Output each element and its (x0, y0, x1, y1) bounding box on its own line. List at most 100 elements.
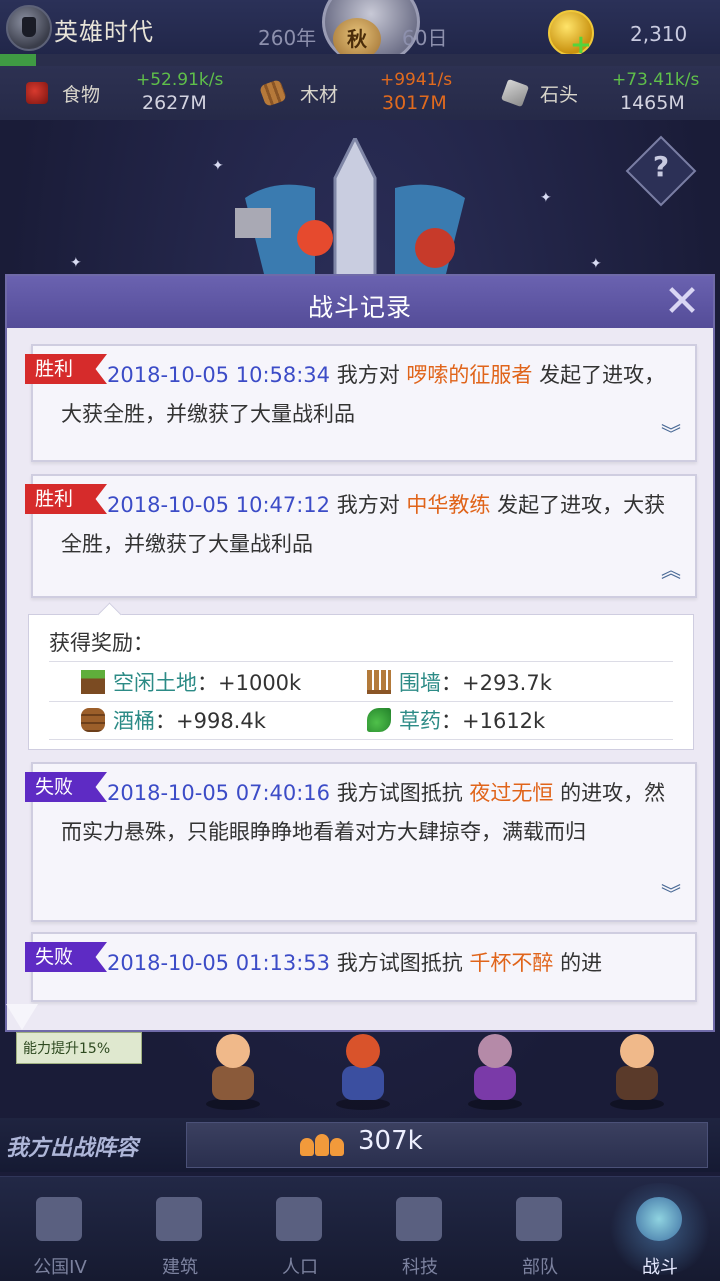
nav-item-technology[interactable]: 科技 (360, 1177, 480, 1281)
boost-label: 能力提升15% (16, 1032, 142, 1064)
battle-time: 2018-10-05 10:58:34 (107, 363, 331, 387)
land-icon (81, 670, 105, 694)
sparkle-icon: ✦ (540, 190, 552, 206)
swords-icon (636, 1197, 682, 1241)
nav-label: 科技 (402, 1257, 438, 1278)
resource-amount: 3017M (382, 92, 447, 114)
day-label: 60日 (402, 26, 448, 50)
opponent-name[interactable]: 夜过无恒 (469, 781, 553, 805)
reward-title: 获得奖励： (49, 631, 154, 655)
game-title: 英雄时代 (54, 18, 154, 46)
battle-entry-text: 2018-10-05 07:40:16 我方试图抵抗 夜过无恒 的进攻，然而实力… (61, 774, 671, 852)
hero-portrait[interactable] (604, 1030, 670, 1110)
battle-entry[interactable]: 失败 2018-10-05 01:13:53 我方试图抵抗 千杯不醉 的进 (25, 932, 697, 1002)
hero-portrait[interactable] (462, 1030, 528, 1110)
battle-prefix: 我方对 (336, 493, 400, 517)
fence-icon (367, 670, 391, 694)
helmet-avatar-icon[interactable] (6, 5, 52, 51)
battle-suffix: 的进 (560, 951, 603, 975)
battle-entry[interactable]: 胜利 2018-10-05 10:47:12 我方对 中华教练 发起了进攻，大获… (25, 474, 697, 598)
resource-label: 食物 (62, 84, 101, 106)
nav-item-duchy[interactable]: 公国IV (0, 1177, 120, 1281)
stone-icon (500, 78, 530, 108)
reward-name: 围墙 (399, 671, 441, 695)
battle-entry[interactable]: 胜利 2018-10-05 10:58:34 我方对 啰嗦的征服者 发起了进攻，… (25, 344, 697, 462)
collapse-chevron-icon[interactable]: ︽ (657, 560, 685, 588)
close-button[interactable]: ✕ (659, 280, 705, 324)
modal-title: 战斗记录 (307, 293, 412, 322)
resource-amount: 2627M (142, 92, 207, 114)
resource-rate: +73.41k/s (612, 70, 700, 90)
banner-icon (516, 1197, 562, 1241)
lineup-power: 307k (358, 1126, 423, 1156)
top-bar: 英雄时代 260年 秋 60日 + 2,310 (0, 0, 720, 66)
battle-prefix: 我方试图抵抗 (336, 781, 463, 805)
food-icon (26, 82, 48, 104)
battle-entry-text: 2018-10-05 01:13:53 我方试图抵抗 千杯不醉 的进 (61, 944, 671, 983)
battle-prefix: 我方对 (336, 363, 400, 387)
resource-label: 石头 (540, 84, 579, 106)
house-icon (156, 1197, 202, 1241)
expand-chevron-icon[interactable]: ︾ (657, 424, 685, 452)
sparkle-icon: ✦ (212, 158, 224, 174)
battle-emblem-icon (235, 138, 465, 278)
resource-amount: 1465M (620, 92, 685, 114)
year-label: 260年 (258, 26, 317, 50)
nav-item-troops[interactable]: 部队 (480, 1177, 600, 1281)
battle-entry-text: 2018-10-05 10:47:12 我方对 中华教练 发起了进攻，大获全胜，… (61, 486, 671, 564)
nav-label: 公国IV (33, 1257, 87, 1278)
opponent-name[interactable]: 啰嗦的征服者 (406, 363, 532, 387)
reward-name: 酒桶 (113, 709, 155, 733)
coin-count: 2,310 (630, 22, 688, 46)
nav-label: 部队 (522, 1257, 558, 1278)
resource-rate: +9941/s (380, 70, 453, 90)
nav-label: 人口 (282, 1257, 318, 1278)
herb-icon (367, 708, 391, 732)
progress-fill (0, 54, 36, 66)
barrel-icon (81, 708, 105, 732)
resource-label: 木材 (300, 84, 339, 106)
reward-name: 空闲土地 (113, 671, 197, 695)
battle-time: 2018-10-05 10:47:12 (107, 493, 331, 517)
reward-item: 酒桶：+998.4k (81, 705, 266, 735)
battle-time: 2018-10-05 07:40:16 (107, 781, 331, 805)
resource-wood: 木材 +9941/s 3017M (258, 66, 482, 120)
divider (49, 739, 673, 740)
nav-item-buildings[interactable]: 建筑 (120, 1177, 240, 1281)
close-icon: ✕ (663, 276, 701, 327)
expand-chevron-icon[interactable]: ︾ (657, 884, 685, 912)
scroll-indicator-icon (6, 1004, 38, 1030)
battle-time: 2018-10-05 01:13:53 (107, 951, 331, 975)
opponent-name[interactable]: 中华教练 (406, 493, 490, 517)
hero-portrait[interactable] (200, 1030, 266, 1110)
battle-entry[interactable]: 失败 2018-10-05 07:40:16 我方试图抵抗 夜过无恒 的进攻，然… (25, 762, 697, 922)
book-icon (396, 1197, 442, 1241)
question-icon: ? (652, 150, 670, 183)
reward-item: 空闲土地：+1000k (81, 667, 301, 697)
opponent-name[interactable]: 千杯不醉 (469, 951, 553, 975)
resource-bar: 食物 +52.91k/s 2627M 木材 +9941/s 3017M 石头 +… (0, 66, 720, 121)
resource-food: 食物 +52.91k/s 2627M (26, 66, 246, 120)
hero-portrait[interactable] (330, 1030, 396, 1110)
resource-stone: 石头 +73.41k/s 1465M (500, 66, 718, 120)
modal-header: 战斗记录 ✕ (7, 276, 713, 328)
lineup-power-box[interactable] (186, 1122, 708, 1168)
person-icon (276, 1197, 322, 1241)
reward-name: 草药 (399, 709, 441, 733)
battle-entry-text: 2018-10-05 10:58:34 我方对 啰嗦的征服者 发起了进攻，大获全… (61, 356, 671, 434)
battle-prefix: 我方试图抵抗 (336, 951, 463, 975)
reward-value: ：+293.7k (441, 671, 552, 695)
reward-panel: 获得奖励： 空闲土地：+1000k 围墙：+293.7k 酒桶：+998.4k … (28, 602, 694, 750)
people-icon (300, 1132, 344, 1156)
nav-item-battle[interactable]: 战斗 (600, 1177, 720, 1281)
reward-value: ：+1000k (197, 671, 302, 695)
divider (49, 701, 673, 702)
reward-item: 草药：+1612k (367, 705, 545, 735)
reward-value: ：+1612k (441, 709, 546, 733)
reward-item: 围墙：+293.7k (367, 667, 552, 697)
reward-value: ：+998.4k (155, 709, 266, 733)
progress-bar (0, 54, 720, 66)
sparkle-icon: ✦ (590, 256, 602, 272)
nav-item-population[interactable]: 人口 (240, 1177, 360, 1281)
nav-label: 建筑 (162, 1257, 198, 1278)
